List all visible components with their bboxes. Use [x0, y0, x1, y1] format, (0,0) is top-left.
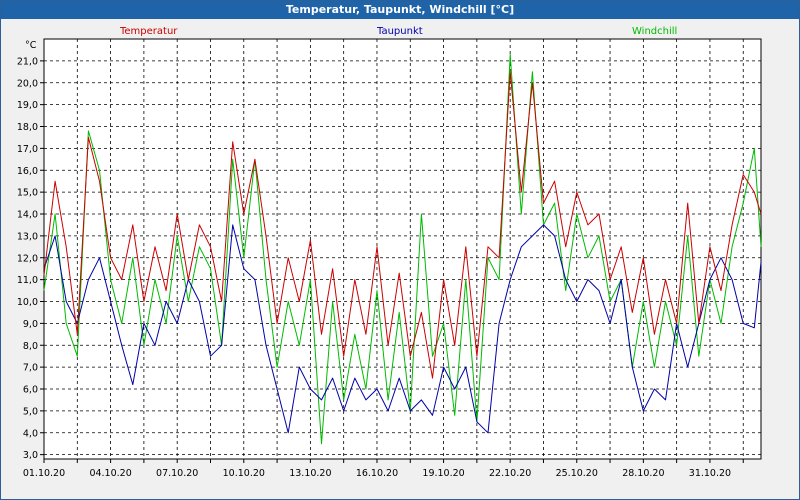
x-tick-label: 31.10.20: [689, 468, 731, 479]
x-tick-label: 13.10.20: [289, 468, 331, 479]
x-tick-label: 10.10.20: [223, 468, 265, 479]
y-tick-label: 3,0: [23, 450, 38, 461]
y-tick-label: 10,0: [17, 297, 38, 308]
y-tick-label: 19,0: [17, 100, 38, 111]
x-tick-label: 16.10.20: [356, 468, 398, 479]
x-tick-label: 22.10.20: [489, 468, 531, 479]
legend-windchill: Windchill: [632, 26, 677, 37]
chart: 3,0 4,0 5,0 6,0 7,0 8,0 9,0 10,0 11,0 12,0 13,0 14,…: [17, 26, 762, 479]
legend-taupunkt: Taupunkt: [376, 26, 423, 37]
y-tick-label: 7,0: [23, 363, 38, 374]
y-tick-label: 12,0: [17, 253, 38, 264]
y-tick-label: 16,0: [17, 166, 38, 177]
x-tick-label: 07.10.20: [156, 468, 198, 479]
plot-area: [43, 38, 762, 460]
y-tick-label: 15,0: [17, 188, 38, 199]
y-tick-label: 8,0: [23, 341, 38, 352]
x-tick-label: 19.10.20: [422, 468, 464, 479]
y-tick-label: 13,0: [17, 231, 38, 242]
x-tick-label: 01.10.20: [23, 468, 65, 479]
y-tick-label: 20,0: [17, 78, 38, 89]
y-tick-label: 14,0: [17, 210, 38, 221]
y-tick-label: 5,0: [23, 406, 38, 417]
y-tick-label: 4,0: [23, 428, 38, 439]
y-axis-ticks: 3,0 4,0 5,0 6,0 7,0 8,0 9,0 10,0 11,0 12,0 13,0 14,…: [17, 56, 44, 461]
y-tick-label: 6,0: [23, 385, 38, 396]
x-tick-label: 25.10.20: [556, 468, 598, 479]
y-tick-label: 9,0: [23, 319, 38, 330]
x-tick-label: 28.10.20: [622, 468, 664, 479]
y-tick-label: 17,0: [17, 144, 38, 155]
x-axis-ticks: 01.10.20 04.10.20 07.10.20 10.10.20 13.10.20…: [23, 459, 744, 479]
y-unit-label: °C: [25, 40, 37, 51]
y-tick-label: 11,0: [17, 275, 38, 286]
y-tick-label: 21,0: [17, 56, 38, 67]
x-tick-label: 04.10.20: [89, 468, 131, 479]
y-tick-label: 18,0: [17, 122, 38, 133]
legend-temperatur: Temperatur: [119, 26, 178, 37]
